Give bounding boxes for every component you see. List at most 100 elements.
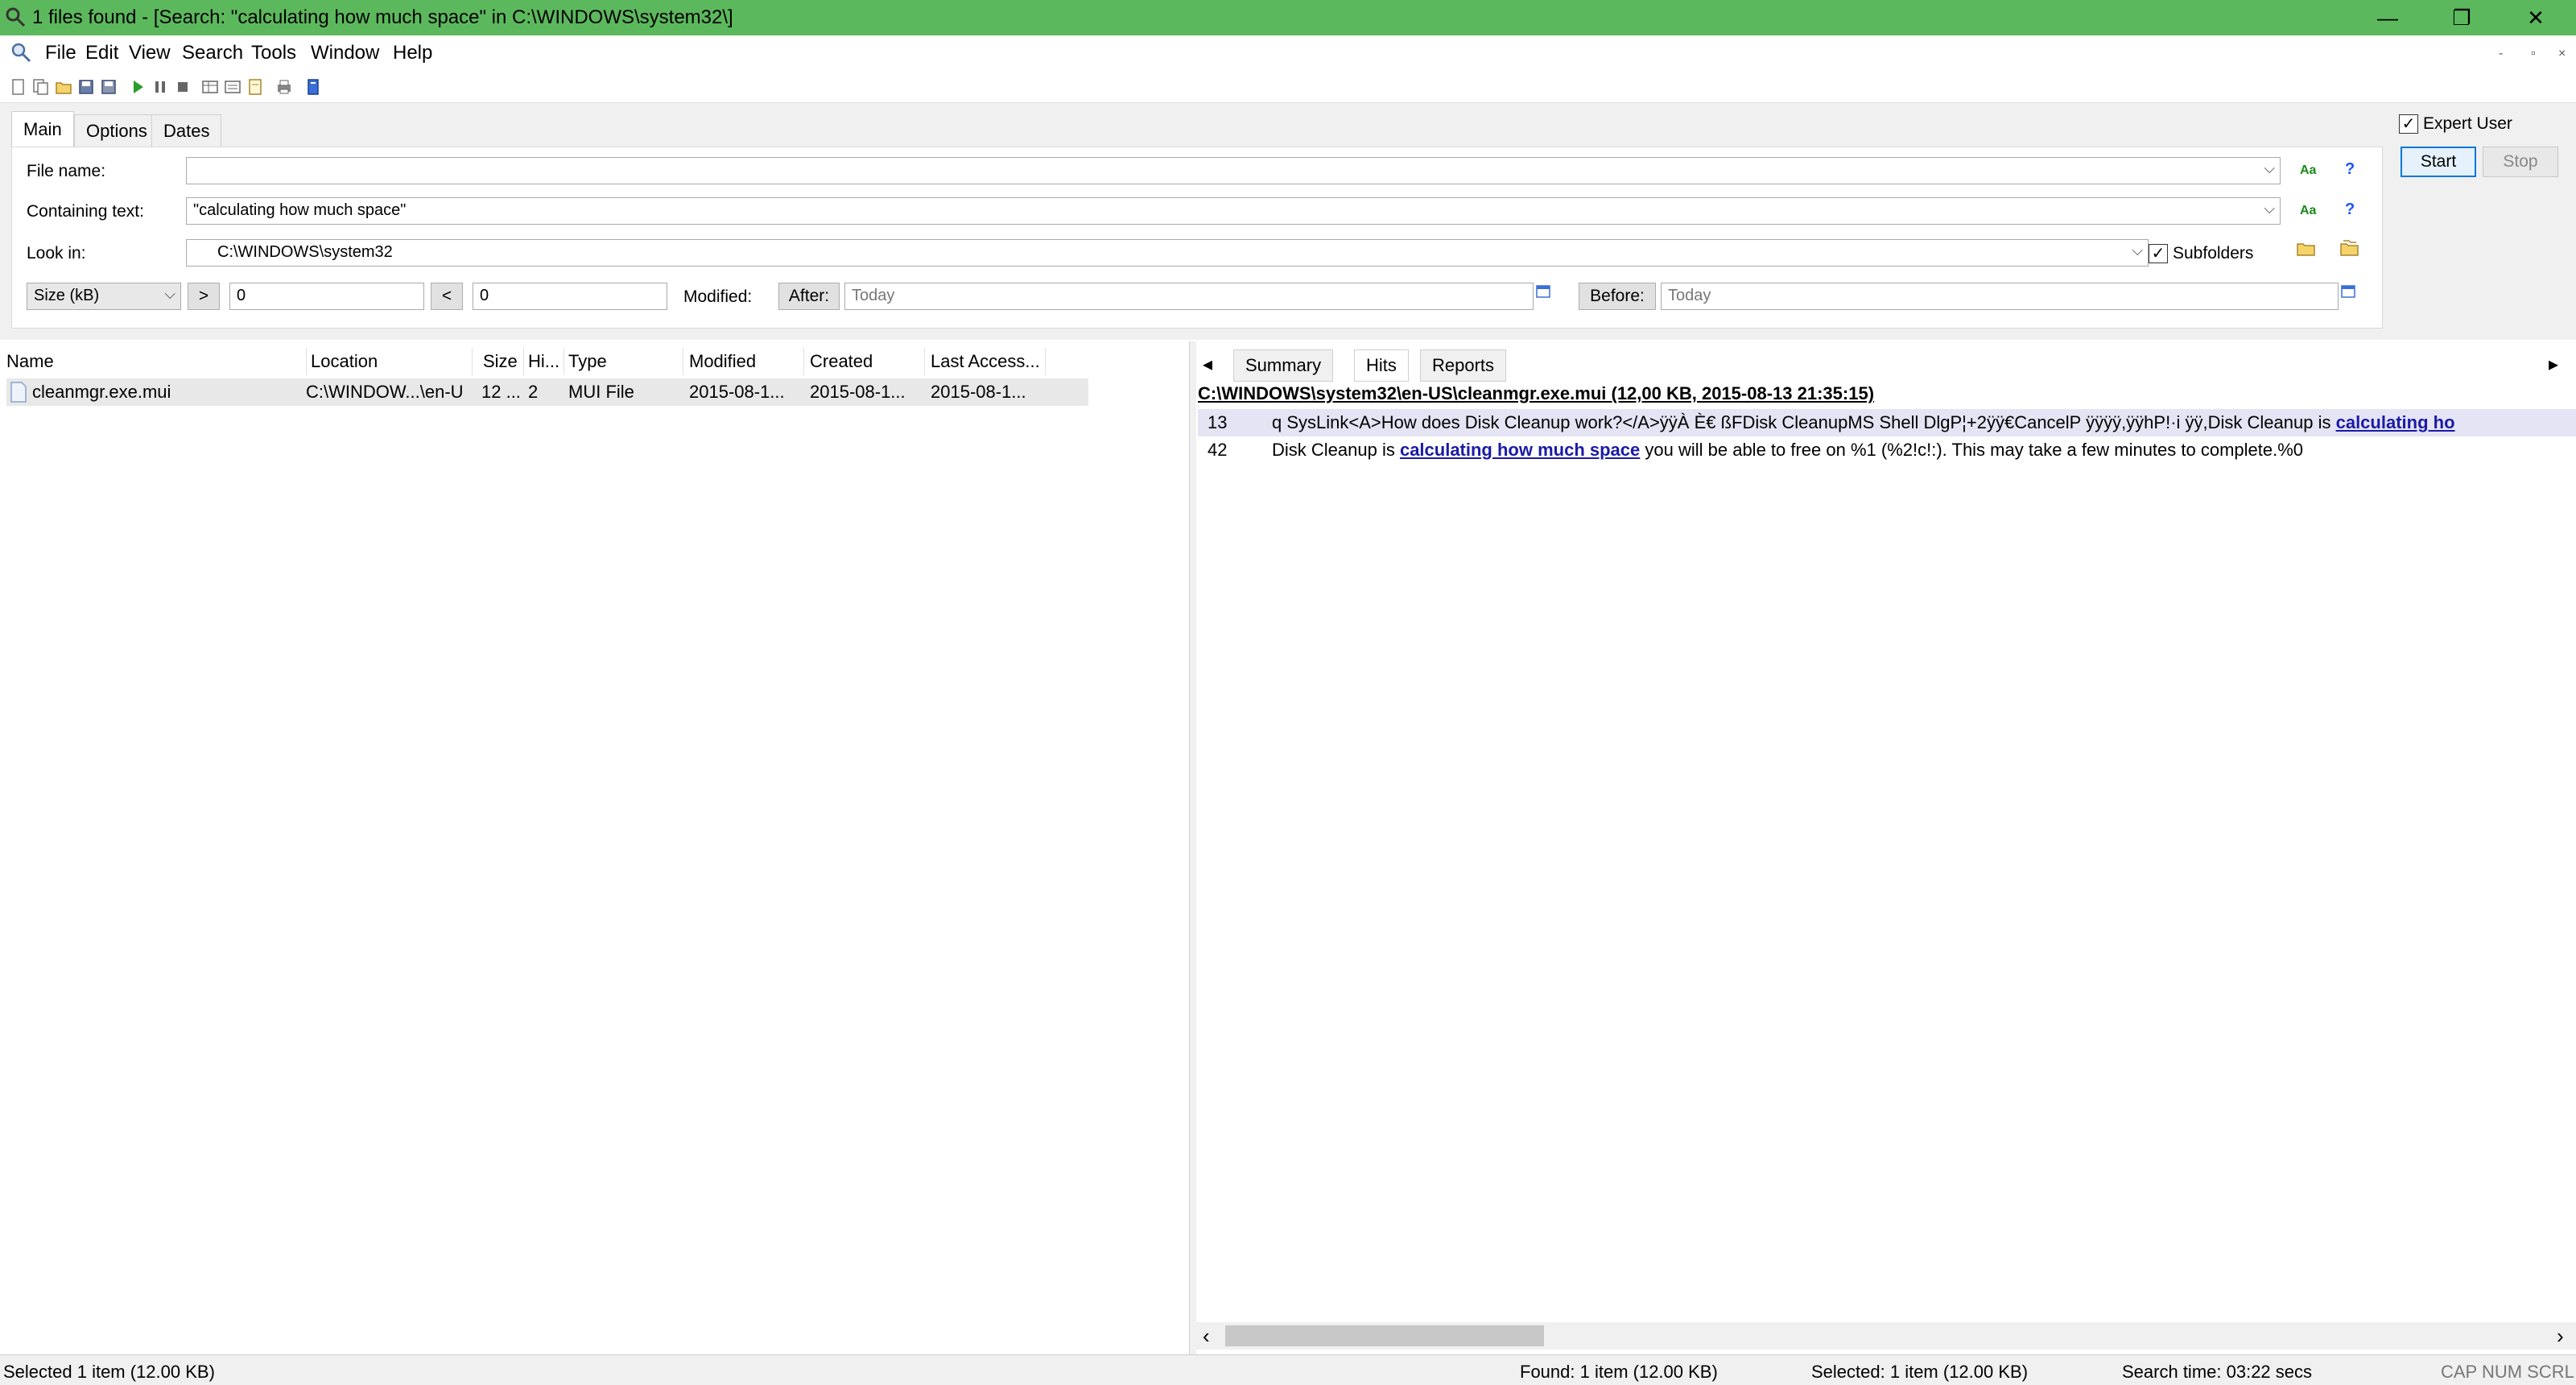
size-min-value: 0 [237,287,246,304]
tab-reports[interactable]: Reports [1420,349,1507,382]
column-header-size[interactable]: Size [483,351,518,372]
tab-main[interactable]: Main [11,111,74,147]
start-button[interactable]: Start [2401,147,2476,177]
after-date-input[interactable]: Today [844,283,1534,310]
save-as-icon[interactable] [100,78,118,96]
hit-row[interactable]: 13 q SysLink<A>How does Disk Cleanup wor… [1198,409,2576,436]
chevron-down-icon[interactable]: ⌵ [2132,242,2143,259]
calendar-icon[interactable] [1535,283,1551,299]
scroll-left-icon[interactable]: ‹ [1203,1324,1210,1349]
chevron-down-icon[interactable]: ⌵ [2264,201,2275,217]
folder-list-icon[interactable] [2340,239,2359,257]
column-separator[interactable] [523,348,524,375]
info-icon[interactable] [304,78,322,96]
menu-help[interactable]: Help [393,42,432,64]
pause-icon[interactable] [151,78,169,96]
size-max-input[interactable]: 0 [473,283,667,310]
case-sensitive-icon[interactable]: Aa [2300,204,2316,218]
size-max-value: 0 [480,287,489,304]
folder-browse-icon[interactable] [2297,241,2316,257]
column-header-type[interactable]: Type [568,351,607,372]
scrollbar-thumb[interactable] [1225,1325,1544,1346]
menu-search[interactable]: Search [182,42,243,64]
menu-window[interactable]: Window [311,42,379,64]
document-search-icon[interactable] [10,41,32,64]
after-button[interactable]: After: [778,283,840,310]
column-header-name[interactable]: Name [6,351,54,372]
column-separator[interactable] [924,348,925,375]
export-icon[interactable] [246,78,264,96]
tab-dates[interactable]: Dates [151,114,222,147]
hit-text-before: Disk Cleanup is [1272,440,1400,460]
size-unit-value: Size (kB) [34,287,100,304]
horizontal-scrollbar[interactable]: ‹ › [1196,1322,2576,1350]
save-icon[interactable] [77,78,95,96]
stop-icon[interactable] [174,78,192,96]
before-date-input[interactable]: Today [1661,283,2339,310]
status-selected-left: Selected 1 item (12.00 KB) [3,1362,215,1382]
column-separator[interactable] [472,348,473,375]
cell-created: 2015-08-1... [810,382,906,402]
column-header-location[interactable]: Location [311,351,378,372]
pane-splitter[interactable] [1190,341,1196,1354]
help-icon[interactable]: ? [2345,201,2355,219]
close-button[interactable]: ✕ [2499,0,2573,35]
new-icon[interactable] [10,78,27,96]
size-min-input[interactable]: 0 [229,283,424,310]
open-icon[interactable] [55,78,72,96]
case-sensitive-icon[interactable]: Aa [2300,163,2316,178]
table-row[interactable]: cleanmgr.exe.mui C:\WINDOW...\en-U 12 ..… [6,378,1088,406]
toolbar [0,71,2576,103]
restore-button[interactable]: ❐ [2425,0,2499,35]
start-icon[interactable] [129,78,147,96]
preview-file-header: C:\WINDOWS\system32\en-US\cleanmgr.exe.m… [1198,383,1875,403]
hit-match[interactable]: calculating how much space [1400,440,1640,460]
column-header-created[interactable]: Created [810,351,873,372]
before-button[interactable]: Before: [1579,283,1656,310]
look-in-input[interactable]: C:\WINDOWS\system32 ⌵ [186,239,2149,267]
menu-file[interactable]: File [45,42,76,64]
chevron-down-icon[interactable]: ⌵ [164,286,175,303]
menu-view[interactable]: View [129,42,171,64]
hit-match[interactable]: calculating ho [2336,412,2455,432]
column-header-modified[interactable]: Modified [689,351,756,372]
tab-hits[interactable]: Hits [1354,349,1409,382]
status-key-indicators: CAP NUM SCRL [2441,1362,2574,1382]
menu-tools[interactable]: Tools [251,42,296,64]
less-than-button[interactable]: < [431,283,463,310]
mdi-close-button[interactable]: × [2558,47,2566,61]
calendar-icon[interactable] [2340,283,2356,299]
size-unit-select[interactable]: Size (kB) ⌵ [27,283,181,310]
column-separator[interactable] [1045,348,1046,375]
tab-summary[interactable]: Summary [1233,349,1334,382]
tab-scroll-left-icon[interactable]: ◂ [1203,353,1212,376]
column-header-last-access[interactable]: Last Access... [931,351,1040,372]
before-date-value: Today [1668,287,1711,304]
containing-text-input[interactable]: "calculating how much space" ⌵ [186,197,2281,225]
column-separator[interactable] [306,348,307,375]
greater-than-button[interactable]: > [188,283,220,310]
menu-edit[interactable]: Edit [85,42,118,64]
file-name-input[interactable]: ⌵ [186,157,2281,184]
status-search-time: Search time: 03:22 secs [2122,1362,2313,1382]
print-icon[interactable] [275,78,293,96]
help-icon[interactable]: ? [2345,160,2355,179]
report-icon[interactable] [224,78,242,96]
chevron-down-icon[interactable]: ⌵ [2264,160,2275,177]
stop-button[interactable]: Stop [2483,147,2558,177]
expert-user-checkbox[interactable]: ✓ [2399,114,2418,134]
hit-row[interactable]: 42 Disk Cleanup is calculating how much … [1198,436,2576,464]
results-list: Name Location Size Hi... Type Modified C… [0,341,1190,1354]
grid-icon[interactable] [201,78,219,96]
column-separator[interactable] [803,348,804,375]
file-name-label: File name: [27,162,106,180]
tab-options[interactable]: Options [74,114,159,147]
subfolders-checkbox[interactable]: ✓ [2149,244,2168,263]
column-header-hits[interactable]: Hi... [528,351,559,372]
minimize-button[interactable]: — [2351,0,2425,35]
mdi-minimize-button[interactable]: - [2499,47,2503,61]
tab-scroll-right-icon[interactable]: ▸ [2549,353,2558,376]
scroll-right-icon[interactable]: › [2557,1324,2564,1349]
mdi-restore-button[interactable]: ▫ [2531,47,2536,61]
new-from-icon[interactable] [32,78,50,96]
